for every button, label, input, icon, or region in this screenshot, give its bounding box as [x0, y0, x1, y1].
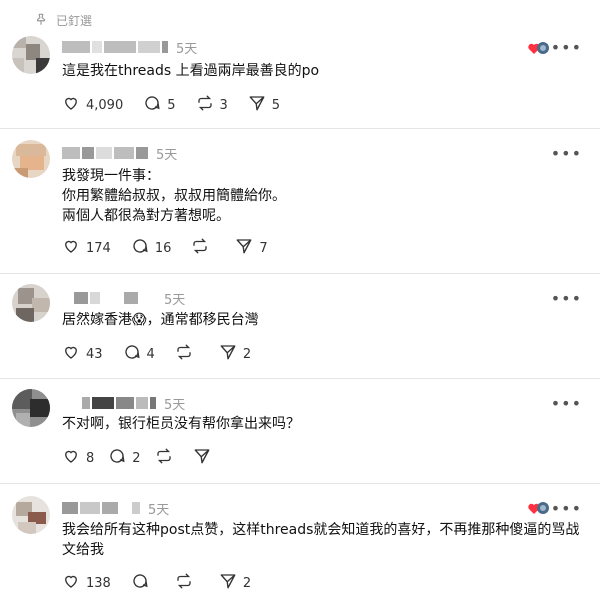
- like-button[interactable]: 4,090: [62, 94, 123, 116]
- liker-avatar-icon: [528, 42, 549, 54]
- repost-button[interactable]: [191, 237, 215, 259]
- send-icon: [219, 343, 237, 365]
- post-time: 5天: [148, 502, 170, 518]
- share-count: 7: [259, 240, 268, 256]
- more-icon[interactable]: •••: [551, 499, 582, 518]
- author-row: 5天: [62, 394, 186, 413]
- divider: [0, 128, 600, 129]
- repost-count: 3: [219, 97, 228, 113]
- liker-avatar-icon: [528, 502, 549, 514]
- author-name[interactable]: [62, 41, 168, 53]
- divider: [0, 378, 600, 379]
- repost-button[interactable]: 3: [196, 94, 228, 116]
- post-time: 5天: [164, 397, 186, 413]
- repost-icon: [175, 343, 193, 365]
- heart-icon: [62, 343, 80, 365]
- pinned-label: 已釘選: [56, 13, 93, 28]
- reply-count: 16: [154, 240, 172, 256]
- repost-icon: [155, 447, 173, 469]
- send-icon: [248, 94, 266, 116]
- more-icon[interactable]: •••: [551, 394, 582, 413]
- more-icon[interactable]: •••: [551, 144, 582, 163]
- action-bar: 8 2: [62, 448, 237, 468]
- share-count: 5: [271, 97, 281, 113]
- action-bar: 138 2: [62, 573, 271, 593]
- like-count: 174: [86, 240, 111, 256]
- avatar[interactable]: [12, 496, 50, 534]
- post-text: 這是我在threads 上看過兩岸最善良的po: [62, 63, 320, 79]
- like-button[interactable]: 8: [62, 447, 94, 469]
- heart-icon: [62, 237, 80, 259]
- comment-icon: [108, 447, 126, 469]
- share-button[interactable]: 5: [248, 94, 280, 116]
- reply-count: 4: [146, 346, 155, 362]
- like-button[interactable]: 138: [62, 572, 111, 594]
- reply-button[interactable]: 4: [123, 343, 155, 365]
- author-row: 5天: [62, 38, 198, 57]
- post-time: 5天: [176, 41, 198, 57]
- author-name[interactable]: [74, 292, 156, 304]
- avatar[interactable]: [12, 284, 50, 322]
- reply-button[interactable]: [131, 572, 155, 594]
- post-text: 居然嫁香港😱，通常都移民台灣: [62, 312, 259, 328]
- heart-icon: [62, 572, 80, 594]
- like-count: 8: [86, 450, 95, 466]
- reply-button[interactable]: 2: [108, 447, 141, 469]
- author-name[interactable]: [62, 502, 140, 514]
- like-button[interactable]: 174: [62, 237, 111, 259]
- heart-icon: [62, 94, 80, 116]
- repost-button[interactable]: [175, 572, 199, 594]
- author-name[interactable]: [82, 397, 156, 409]
- post-text: 我会给所有这种post点赞，这样threads就会知道我的喜好，不再推那种傻逼的…: [62, 522, 580, 558]
- pinned-indicator: 已釘選: [34, 10, 92, 30]
- action-bar: 4,090 5 3 5: [62, 95, 300, 115]
- post-time: 5天: [164, 292, 186, 308]
- share-button[interactable]: [193, 447, 217, 469]
- reply-count: 2: [132, 450, 141, 466]
- author-row: 5天: [62, 144, 178, 163]
- author-row: 5天: [62, 499, 170, 518]
- comment-icon: [123, 343, 141, 365]
- comment-icon: [143, 94, 161, 116]
- repost-icon: [196, 94, 214, 116]
- divider: [0, 273, 600, 274]
- send-icon: [219, 572, 237, 594]
- action-bar: 43 4 2: [62, 344, 271, 364]
- like-count: 138: [86, 575, 111, 591]
- heart-icon: [62, 447, 80, 469]
- more-icon[interactable]: •••: [551, 38, 582, 57]
- divider: [0, 483, 600, 484]
- post-text: 我發現一件事： 你用繁體給叔叔，叔叔用簡體給你。 兩個人都很為對方著想呢。: [62, 168, 286, 224]
- share-button[interactable]: 7: [235, 237, 268, 259]
- share-button[interactable]: 2: [219, 572, 251, 594]
- repost-icon: [191, 237, 209, 259]
- reply-button[interactable]: 5: [143, 94, 176, 116]
- send-icon: [193, 447, 211, 469]
- reply-count: 5: [167, 97, 176, 113]
- post-text: 不对啊，银行柜员没有帮你拿出来吗？: [62, 416, 300, 432]
- author-row: 5天: [62, 289, 186, 308]
- repost-button[interactable]: [175, 343, 199, 365]
- comment-icon: [131, 237, 149, 259]
- share-button[interactable]: 2: [219, 343, 251, 365]
- action-bar: 174 16 7: [62, 238, 288, 258]
- send-icon: [235, 237, 253, 259]
- share-count: 2: [242, 575, 252, 591]
- like-count: 4,090: [86, 97, 124, 113]
- reply-button[interactable]: 16: [131, 237, 172, 259]
- like-count: 43: [86, 346, 103, 362]
- avatar[interactable]: [12, 36, 50, 74]
- repost-button[interactable]: [155, 447, 179, 469]
- repost-icon: [175, 572, 193, 594]
- post-time: 5天: [156, 147, 178, 163]
- pin-icon: [34, 12, 48, 29]
- share-count: 2: [242, 346, 252, 362]
- more-icon[interactable]: •••: [551, 289, 582, 308]
- avatar[interactable]: [12, 140, 50, 178]
- avatar[interactable]: [12, 389, 50, 427]
- author-name[interactable]: [62, 147, 148, 159]
- comment-icon: [131, 572, 149, 594]
- like-button[interactable]: 43: [62, 343, 103, 365]
